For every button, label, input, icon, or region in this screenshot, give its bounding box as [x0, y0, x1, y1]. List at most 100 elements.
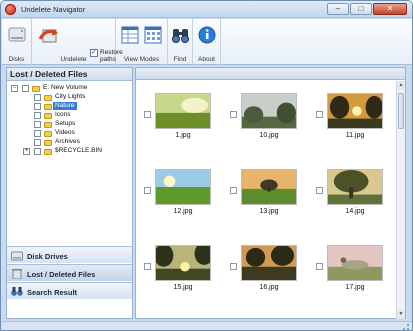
tree-node-archives[interactable]: Archives [7, 138, 127, 147]
tree-checkbox[interactable] [34, 139, 41, 146]
file-item[interactable]: 10.jpg [227, 85, 307, 157]
minimize-button[interactable]: – [327, 3, 349, 15]
nav-search-result[interactable]: Search Result [7, 282, 132, 299]
scroll-up-button[interactable]: ▲ [397, 81, 405, 90]
scroll-down-button[interactable]: ▼ [397, 310, 405, 319]
ribbon-group-find: Find [168, 19, 193, 65]
app-logo-icon [5, 4, 16, 15]
about-button[interactable] [196, 24, 218, 46]
tree-node-nature[interactable]: Nature [7, 102, 127, 111]
vertical-scrollbar[interactable]: ▲ ▼ [396, 81, 405, 319]
tree-node-label: Setups [55, 120, 76, 127]
scroll-thumb[interactable] [398, 93, 404, 129]
file-name: 15.jpg [173, 284, 193, 291]
tree-checkbox[interactable] [34, 148, 41, 155]
tree-node-icons[interactable]: Icons [7, 111, 127, 120]
binoculars-icon [11, 287, 23, 296]
file-name: 12.jpg [173, 208, 193, 215]
tree-node-city-lights[interactable]: City Lights [7, 93, 127, 102]
tree-node-label: E: New Volume [43, 84, 88, 91]
file-item[interactable]: 14.jpg [313, 161, 393, 233]
details-view-icon [121, 26, 139, 44]
view-details-button[interactable] [120, 25, 142, 47]
disk-drive-icon [8, 27, 26, 42]
nav-disk-drives[interactable]: Disk Drives [7, 246, 132, 263]
file-item[interactable]: 1.jpg [141, 85, 221, 157]
file-checkbox[interactable] [230, 263, 237, 270]
big-tree-photo-icon [327, 169, 383, 205]
file-item[interactable]: 11.jpg [313, 85, 393, 157]
disks-button[interactable] [6, 24, 28, 46]
file-checkbox[interactable] [144, 263, 151, 270]
file-name: 13.jpg [259, 208, 279, 215]
file-item[interactable]: 13.jpg [227, 161, 307, 233]
nav-label: Lost / Deleted Files [27, 270, 96, 279]
file-checkbox[interactable] [316, 111, 323, 118]
dusk-forest-photo-icon [241, 245, 297, 281]
file-name: 10.jpg [259, 132, 279, 139]
tree-node-label: Videos [55, 129, 75, 136]
view-thumbnails-button[interactable] [143, 25, 165, 47]
tree-checkbox[interactable] [34, 94, 41, 101]
tree-checkbox[interactable] [34, 112, 41, 119]
file-checkbox[interactable] [144, 187, 151, 194]
folder-icon [44, 131, 52, 137]
file-item[interactable]: 12.jpg [141, 161, 221, 233]
tree-node-videos[interactable]: Videos [7, 129, 127, 138]
folder-icon [44, 122, 52, 128]
file-item[interactable]: 16.jpg [227, 237, 307, 309]
expand-expander[interactable]: + [23, 148, 30, 155]
tree-checkbox[interactable] [34, 103, 41, 110]
file-checkbox[interactable] [230, 111, 237, 118]
nav-label: Search Result [27, 288, 78, 297]
file-checkbox[interactable] [230, 187, 237, 194]
file-item[interactable]: 15.jpg [141, 237, 221, 309]
tree-node-label: City Lights [55, 93, 86, 100]
lone-tree-photo-icon [241, 169, 297, 205]
ribbon-group-label: About [198, 56, 215, 63]
close-button[interactable]: ✕ [373, 3, 407, 15]
ribbon-group-label: Disks [8, 56, 25, 63]
file-item[interactable]: 17.jpg [313, 237, 393, 309]
nav-label: Disk Drives [27, 252, 68, 261]
resize-grip-icon[interactable] [403, 324, 409, 330]
folder-icon [44, 140, 52, 146]
file-checkbox[interactable] [316, 263, 323, 270]
file-view-header [136, 68, 405, 80]
file-name: 11.jpg [345, 132, 365, 139]
ribbon-group-label: Find [173, 56, 187, 63]
disk-icon [11, 251, 23, 261]
file-name: 1.jpg [175, 132, 191, 139]
thumbnails-view-icon [144, 26, 162, 44]
tree-node-setups[interactable]: Setups [7, 120, 127, 129]
file-name: 14.jpg [345, 208, 365, 215]
ribbon-group-disks: Disks [2, 19, 32, 65]
window-title: Undelete Navigator [21, 5, 86, 14]
tree-checkbox[interactable] [34, 130, 41, 137]
collapse-expander[interactable]: − [11, 85, 18, 92]
tree-checkbox[interactable] [22, 85, 29, 92]
file-checkbox[interactable] [316, 187, 323, 194]
find-button[interactable] [170, 24, 192, 46]
sunset-trees-photo-icon [327, 93, 383, 129]
pink-field-photo-icon [327, 245, 383, 281]
tree-node-label: Icons [55, 111, 71, 118]
undelete-button[interactable] [38, 24, 60, 46]
pane-title: Lost / Deleted Files [7, 68, 132, 81]
nav-lost-deleted-files[interactable]: Lost / Deleted Files [7, 264, 132, 281]
folder-icon [44, 95, 52, 101]
meadow-photo-icon [155, 169, 211, 205]
ribbon-group-label: Undelete [60, 56, 87, 63]
status-bar [2, 321, 412, 330]
maximize-button[interactable]: □ [350, 3, 372, 15]
grass-photo-icon [155, 93, 211, 129]
ribbon-group-label: View Modes [123, 56, 160, 63]
tree-checkbox[interactable] [34, 121, 41, 128]
ribbon-group-undelete: ✓ Restore paths Undelete [32, 19, 123, 65]
drive-icon [32, 86, 40, 92]
title-bar[interactable]: Undelete Navigator – □ ✕ [1, 1, 412, 18]
tree-node-root[interactable]: − E: New Volume [7, 84, 127, 93]
tree-node-recycle-bin[interactable]: + $RECYCLE.BIN [7, 147, 127, 156]
folder-pane: Lost / Deleted Files − E: New Volume Cit… [6, 67, 133, 319]
file-checkbox[interactable] [144, 111, 151, 118]
